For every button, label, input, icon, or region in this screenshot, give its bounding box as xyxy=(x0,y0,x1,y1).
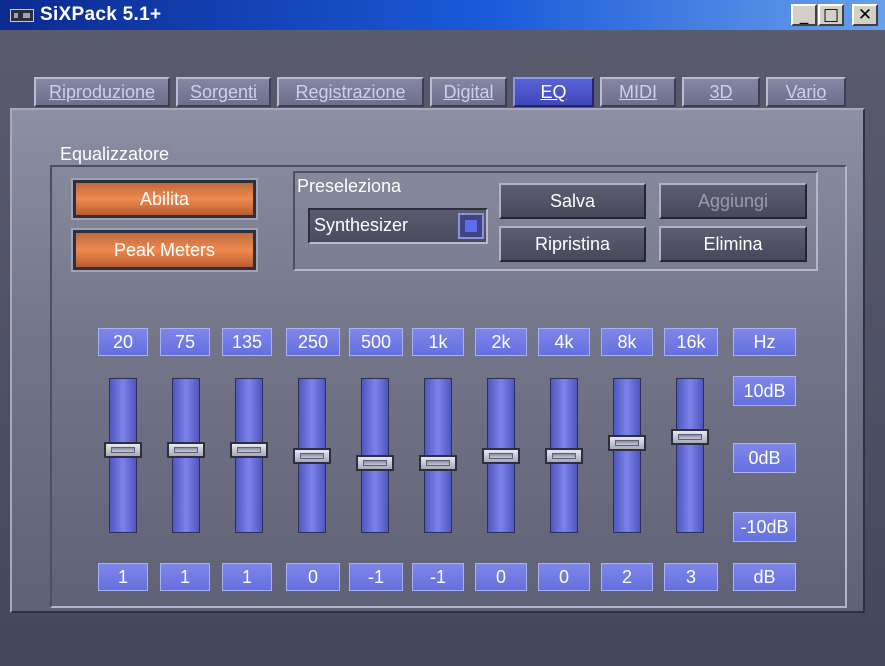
restore-button[interactable]: Ripristina xyxy=(499,226,646,262)
tab-eq[interactable]: EQ xyxy=(513,77,594,107)
slider-thumb[interactable] xyxy=(356,454,394,471)
hz-unit-label: Hz xyxy=(733,328,796,356)
scale-top-label: 10dB xyxy=(733,376,796,406)
band-gain-value: 3 xyxy=(664,563,718,591)
band-gain-value: 0 xyxy=(475,563,527,591)
preset-group-label: Preseleziona xyxy=(297,176,402,196)
delete-button[interactable]: Elimina xyxy=(659,226,807,262)
eq-slider-4khz[interactable] xyxy=(545,378,583,533)
band-gain-value: 1 xyxy=(222,563,272,591)
tab-sorgenti[interactable]: Sorgenti xyxy=(176,77,271,107)
band-freq-label: 16k xyxy=(664,328,718,356)
tab-registrazione[interactable]: Registrazione xyxy=(277,77,424,107)
band-freq-label: 500 xyxy=(349,328,403,356)
slider-thumb[interactable] xyxy=(230,441,268,458)
maximize-button[interactable]: □ xyxy=(818,4,844,26)
tab-vario[interactable]: Vario xyxy=(766,77,846,107)
window-title: SiXPack 5.1+ xyxy=(40,4,162,25)
close-button[interactable]: ✕ xyxy=(852,4,878,26)
band-gain-value: 0 xyxy=(538,563,590,591)
band-gain-value: -1 xyxy=(349,563,403,591)
band-gain-value: 1 xyxy=(98,563,148,591)
scale-bottom-label: -10dB xyxy=(733,512,796,542)
band-freq-label: 2k xyxy=(475,328,527,356)
preset-select[interactable]: Synthesizer xyxy=(308,208,488,244)
eq-slider-75hz[interactable] xyxy=(167,378,205,533)
band-freq-label: 8k xyxy=(601,328,653,356)
tab-midi[interactable]: MIDI xyxy=(600,77,676,107)
tab-3d[interactable]: 3D xyxy=(682,77,760,107)
eq-slider-20hz[interactable] xyxy=(104,378,142,533)
slider-thumb[interactable] xyxy=(293,448,331,464)
band-freq-label: 4k xyxy=(538,328,590,356)
eq-slider-16khz[interactable] xyxy=(671,378,709,533)
enable-button[interactable]: Abilita xyxy=(71,178,258,220)
band-gain-value: -1 xyxy=(412,563,464,591)
minimize-button[interactable]: _ xyxy=(791,4,817,26)
band-freq-label: 1k xyxy=(412,328,464,356)
band-freq-label: 20 xyxy=(98,328,148,356)
slider-thumb[interactable] xyxy=(671,428,709,445)
slider-thumb[interactable] xyxy=(419,454,457,471)
tab-digital[interactable]: Digital xyxy=(430,77,507,107)
dropdown-arrow-icon[interactable] xyxy=(458,213,484,239)
eq-slider-250hz[interactable] xyxy=(293,378,331,533)
title-bar: SiXPack 5.1+ _ □ ✕ xyxy=(0,0,885,30)
save-button[interactable]: Salva xyxy=(499,183,646,219)
band-gain-value: 1 xyxy=(160,563,210,591)
app-icon[interactable] xyxy=(10,9,34,22)
eq-slider-8khz[interactable] xyxy=(608,378,646,533)
scale-mid-label: 0dB xyxy=(733,443,796,473)
slider-thumb[interactable] xyxy=(167,441,205,458)
peak-meters-button[interactable]: Peak Meters xyxy=(71,228,258,272)
add-button: Aggiungi xyxy=(659,183,807,219)
eq-slider-500hz[interactable] xyxy=(356,378,394,533)
db-unit-label: dB xyxy=(733,563,796,591)
band-freq-label: 135 xyxy=(222,328,272,356)
slider-thumb[interactable] xyxy=(482,448,520,464)
slider-thumb[interactable] xyxy=(104,441,142,458)
preset-select-value: Synthesizer xyxy=(314,215,409,235)
band-freq-label: 250 xyxy=(286,328,340,356)
slider-thumb[interactable] xyxy=(545,448,583,464)
slider-thumb[interactable] xyxy=(608,435,646,451)
eq-slider-1khz[interactable] xyxy=(419,378,457,533)
band-freq-label: 75 xyxy=(160,328,210,356)
tab-riproduzione[interactable]: Riproduzione xyxy=(34,77,170,107)
equalizer-group-label: Equalizzatore xyxy=(56,144,174,165)
band-gain-value: 2 xyxy=(601,563,653,591)
band-gain-value: 0 xyxy=(286,563,340,591)
eq-slider-2khz[interactable] xyxy=(482,378,520,533)
eq-slider-135hz[interactable] xyxy=(230,378,268,533)
